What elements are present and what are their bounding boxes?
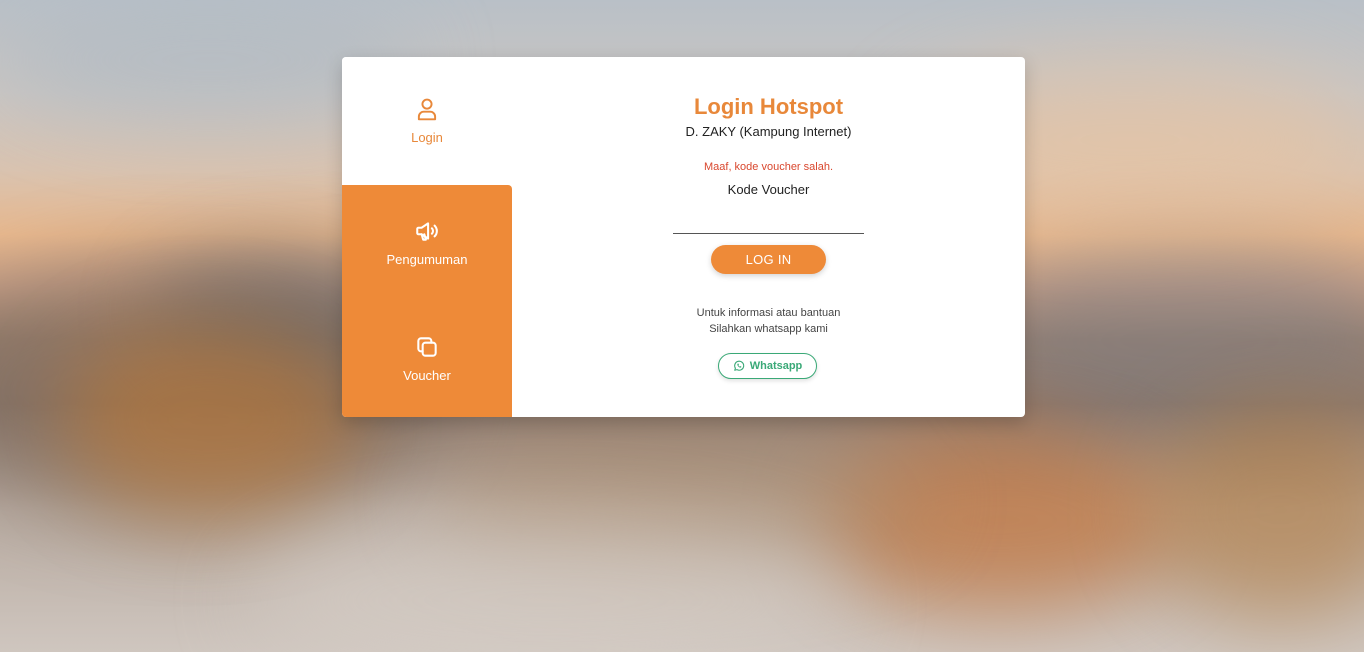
megaphone-icon: [416, 222, 438, 241]
nav-item-label: Voucher: [403, 368, 451, 383]
nav-item-label: Login: [411, 130, 443, 145]
nav-item-voucher[interactable]: Voucher: [342, 300, 512, 417]
copy-icon: [417, 337, 437, 357]
user-icon: [417, 98, 437, 121]
help-text-line2: Silahkan whatsapp kami: [709, 323, 828, 335]
nav-item-pengumuman[interactable]: Pengumuman: [342, 185, 512, 300]
login-button[interactable]: LOG IN: [711, 245, 826, 274]
voucher-field-label: Kode Voucher: [727, 182, 810, 197]
side-nav: Login Pengumuman Voucher: [342, 57, 512, 417]
nav-item-label: Pengumuman: [386, 252, 468, 267]
whatsapp-button[interactable]: Whatsapp: [718, 353, 817, 379]
login-form: Login Hotspot D. ZAKY (Kampung Internet)…: [512, 57, 1025, 417]
nav-item-login[interactable]: Login: [342, 57, 512, 185]
page-subtitle: D. ZAKY (Kampung Internet): [685, 124, 852, 139]
voucher-input[interactable]: [673, 209, 864, 234]
help-text-line1: Untuk informasi atau bantuan: [696, 307, 841, 319]
error-message: Maaf, kode voucher salah.: [703, 161, 834, 173]
page-title: Login Hotspot: [693, 94, 844, 119]
login-card: Login Pengumuman Voucher Login Hotspot D…: [342, 57, 1025, 417]
whatsapp-icon: [733, 360, 744, 371]
whatsapp-button-label: Whatsapp: [749, 360, 803, 372]
